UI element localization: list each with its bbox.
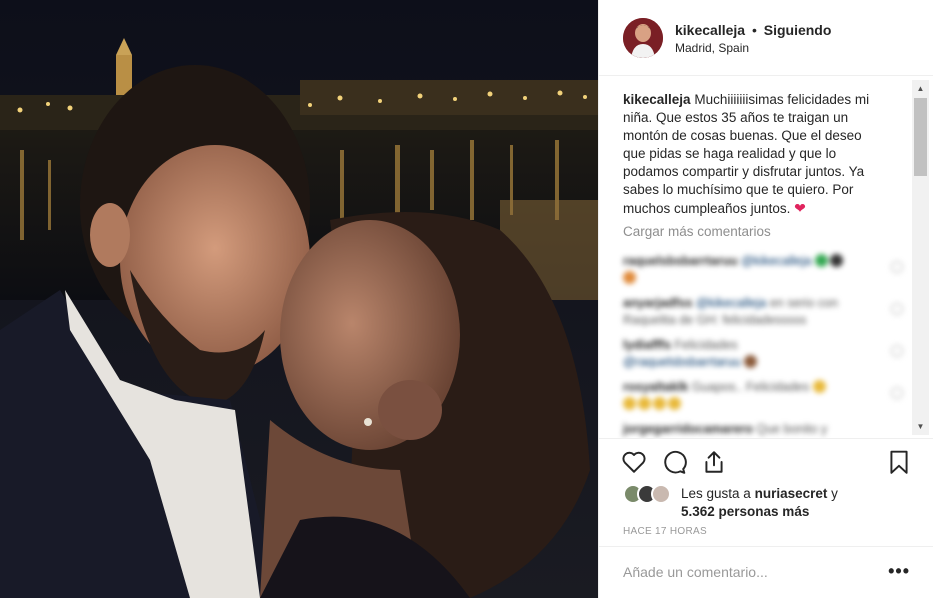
- follow-status-button[interactable]: Siguiendo: [764, 22, 832, 38]
- scroll-down-arrow-icon[interactable]: ▼: [912, 418, 929, 435]
- comment-icon: [664, 450, 687, 474]
- comment-text: Guapos.. Felicidades: [691, 380, 810, 394]
- likes-conjunction: y: [831, 486, 838, 501]
- post-location[interactable]: Madrid, Spain: [675, 41, 749, 55]
- comment-username[interactable]: rosyaltaklk: [623, 380, 688, 394]
- comment-button[interactable]: [659, 447, 689, 477]
- likes-prefix: Les gusta a: [681, 486, 751, 501]
- likes-text[interactable]: Les gusta a nuriasecret y 5.362 personas…: [681, 485, 838, 521]
- red-heart-emoji: ❤: [794, 200, 806, 216]
- comment-text: Que bonito y: [756, 422, 828, 436]
- add-comment-bar: Añade un comentario... •••: [599, 546, 933, 598]
- caption-text: Muchiiiiiiisimas felicidades mi niña. Qu…: [623, 92, 870, 216]
- comment-like-heart-icon[interactable]: [891, 303, 903, 315]
- comment-like-heart-icon[interactable]: [891, 387, 903, 399]
- post-caption: kikecalleja Muchiiiiiiisimas felicidades…: [623, 91, 885, 218]
- scroll-up-arrow-icon[interactable]: ▲: [912, 80, 929, 97]
- comments-scrollbar[interactable]: ▲ ▼: [912, 80, 929, 435]
- comment-username[interactable]: anyarjadfss: [623, 296, 692, 310]
- comment-username[interactable]: lydiafffs: [623, 338, 671, 352]
- post-header: kikecalleja • Siguiendo Madrid, Spain: [599, 0, 933, 76]
- comment-text: Felicidades: [674, 338, 738, 352]
- likes-summary: Les gusta a nuriasecret y 5.362 personas…: [623, 484, 923, 519]
- author-username[interactable]: kikecalleja: [675, 22, 745, 38]
- comment-item: raquelsbsbarrtaruu @kikecalleja: [623, 253, 885, 287]
- comment-item: rosyaltaklk Guapos.. Felicidades: [623, 379, 885, 413]
- comments-section: kikecalleja Muchiiiiiiisimas felicidades…: [599, 77, 933, 438]
- smile-emoji-icon: [668, 397, 681, 410]
- likes-count[interactable]: 5.362 personas más: [681, 504, 809, 519]
- comment-item: jorgegarridocamarero Que bonito y: [623, 421, 885, 438]
- liker-username[interactable]: nuriasecret: [755, 486, 828, 501]
- share-button[interactable]: [699, 447, 729, 477]
- post-photo[interactable]: [0, 0, 598, 598]
- liker-avatar[interactable]: [651, 484, 671, 504]
- more-options-icon[interactable]: •••: [888, 561, 910, 582]
- comment-username[interactable]: jorgegarridocamarero: [623, 422, 753, 436]
- load-more-comments-button[interactable]: Cargar más comentarios: [623, 224, 771, 239]
- green-emoji-icon: [814, 254, 828, 267]
- comment-item: anyarjadfss @kikecalleja en serio con Ra…: [623, 295, 885, 329]
- comment-like-heart-icon[interactable]: [891, 345, 903, 357]
- comment-username[interactable]: raquelsbsbarrtaruu: [623, 254, 738, 268]
- scrollbar-thumb[interactable]: [914, 98, 927, 176]
- comment-mention[interactable]: @kikecalleja: [741, 254, 811, 268]
- blurred-comments-list: raquelsbsbarrtaruu @kikecalleja anyarjad…: [623, 247, 903, 438]
- bookmark-icon: [890, 450, 908, 474]
- brown-emoji-icon: [744, 355, 758, 368]
- header-separator: •: [751, 22, 757, 38]
- like-button[interactable]: [619, 447, 649, 477]
- smile-emoji-icon: [638, 397, 651, 410]
- comment-item: lydiafffs Felicidades @raquelsbsbarrtaru…: [623, 337, 885, 371]
- post-sidebar: kikecalleja • Siguiendo Madrid, Spain ki…: [598, 0, 933, 598]
- add-comment-input[interactable]: Añade un comentario...: [623, 564, 768, 580]
- caption-username[interactable]: kikecalleja: [623, 92, 691, 107]
- header-title-line: kikecalleja • Siguiendo: [675, 22, 831, 38]
- comment-like-heart-icon[interactable]: [891, 261, 903, 273]
- author-avatar[interactable]: [623, 18, 663, 58]
- photo-image: [0, 0, 598, 598]
- smile-emoji-icon: [812, 380, 826, 393]
- heart-icon: [622, 451, 646, 473]
- post-timestamp[interactable]: HACE 17 HORAS: [623, 526, 707, 537]
- save-button[interactable]: [884, 447, 914, 477]
- comment-mention[interactable]: @kikecalleja: [696, 296, 766, 310]
- post-actions: Les gusta a nuriasecret y 5.362 personas…: [599, 438, 933, 548]
- orange-emoji-icon: [623, 271, 636, 284]
- smile-emoji-icon: [623, 397, 636, 410]
- smile-emoji-icon: [653, 397, 666, 410]
- dark-heart-emoji-icon: [829, 254, 843, 267]
- share-icon: [705, 451, 723, 473]
- comment-mention[interactable]: @raquelsbsbarrtaruu: [623, 355, 741, 369]
